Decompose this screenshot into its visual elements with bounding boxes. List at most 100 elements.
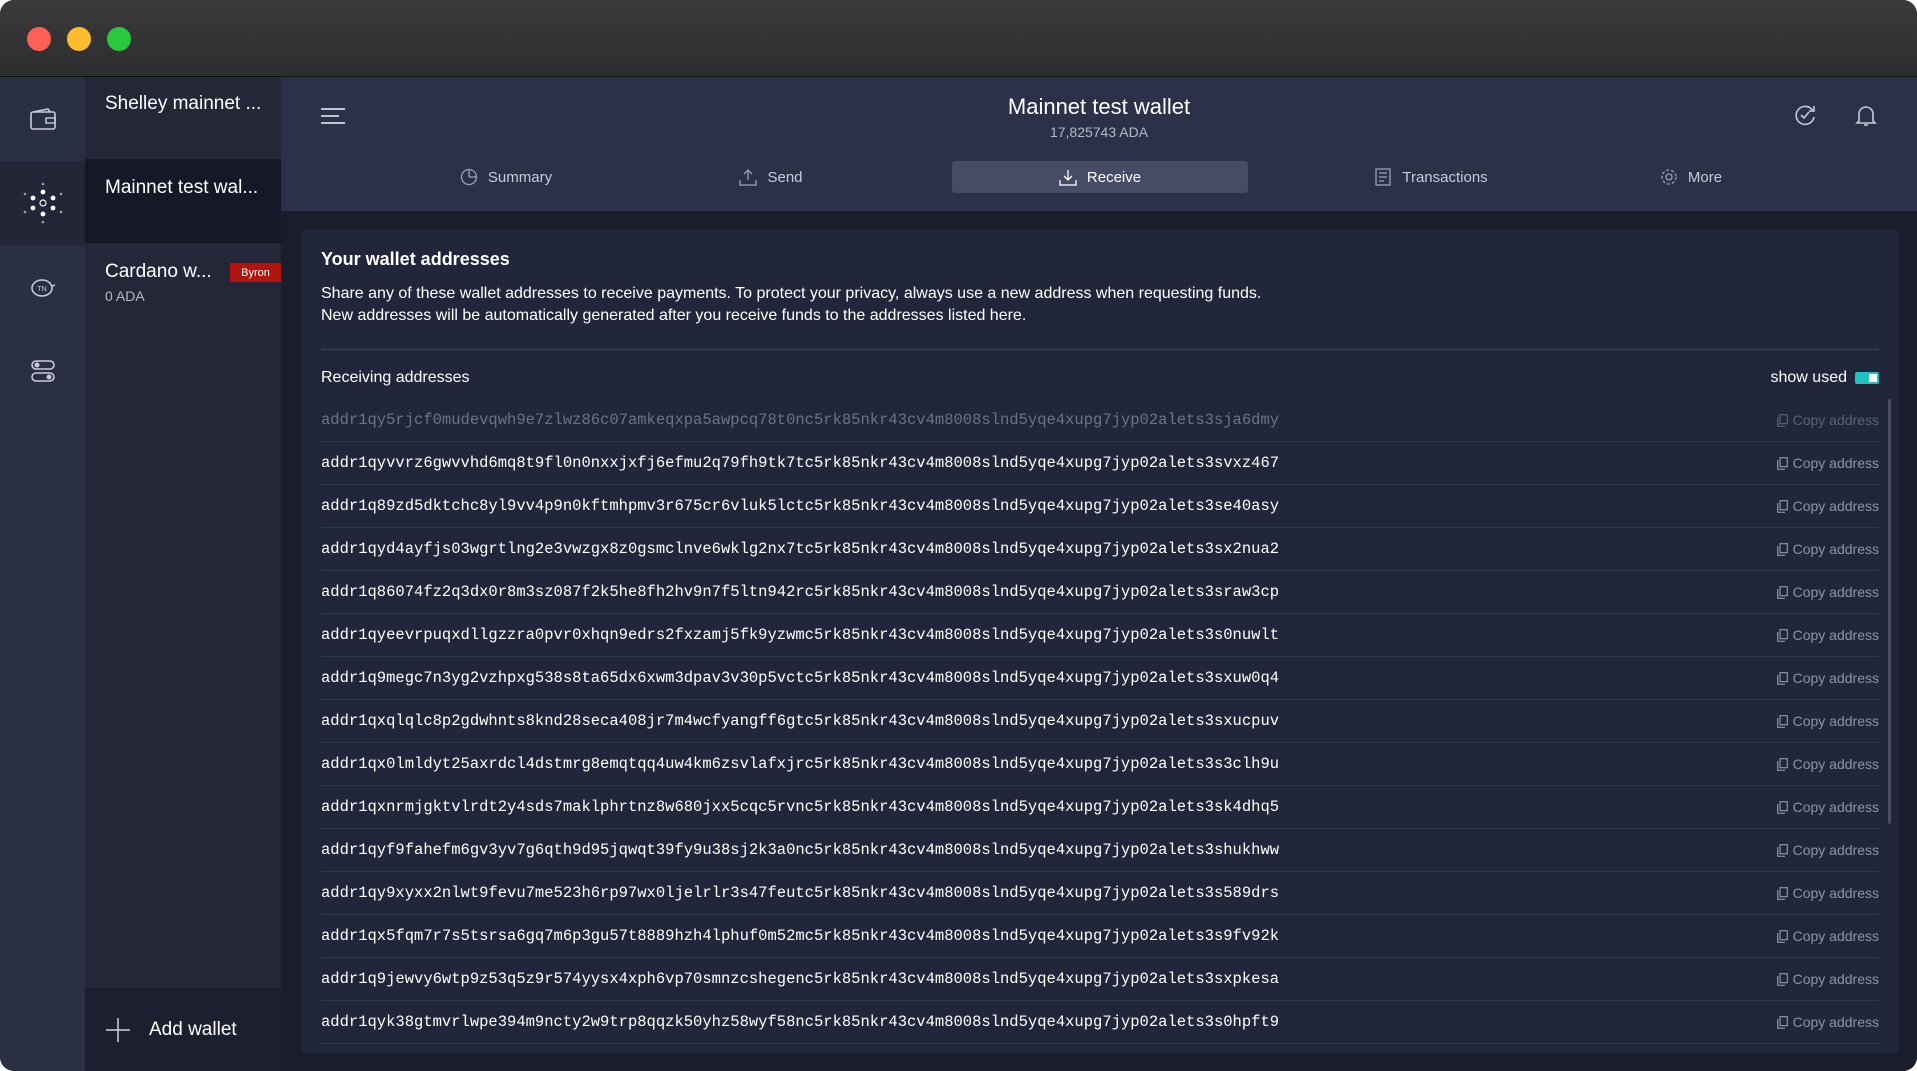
receive-panel: Your wallet addresses Share any of these… <box>301 229 1899 1054</box>
wallet-title: Mainnet test wallet <box>1007 94 1191 119</box>
copy-icon <box>1776 972 1788 986</box>
show-used-label: show used <box>1770 369 1848 386</box>
close-window-button[interactable] <box>27 27 51 51</box>
top-bar: Mainnet test wallet 17,825743 ADA Summar… <box>281 77 1917 211</box>
wallets-header: Shelley mainnet ... <box>85 77 281 159</box>
copy-address-button[interactable]: Copy address <box>1776 700 1879 742</box>
tab-transactions[interactable]: Transactions <box>1331 161 1531 193</box>
copy-address-button[interactable]: Copy address <box>1776 958 1879 1000</box>
wallets-sidebar: Shelley mainnet ... Mainnet test wal... … <box>85 77 281 1071</box>
main-area: Mainnet test wallet 17,825743 ADA Summar… <box>281 77 1917 1071</box>
address-row: addr1q9megc7n3yg2vzhpxg538s8ta65dx6xwm3d… <box>321 657 1879 700</box>
settings-toggles-icon <box>30 360 55 382</box>
address-text: addr1q86074fz2q3dx0r8m3sz087f2k5he8fh2hv… <box>321 583 1280 601</box>
address-list-scrollbar[interactable] <box>1888 399 1891 824</box>
copy-address-button[interactable]: Copy address <box>1776 399 1879 441</box>
add-wallet-button[interactable]: Add wallet <box>85 988 281 1071</box>
copy-address-label: Copy address <box>1792 1014 1879 1030</box>
copy-address-label: Copy address <box>1792 713 1879 729</box>
address-text: addr1qxnrmjgktvlrdt2y4sds7maklphrtnz8w68… <box>321 798 1280 816</box>
address-text: addr1qyf9fahefm6gv3yv7g6qth9d95jqwqt39fy… <box>321 841 1280 859</box>
copy-icon <box>1776 456 1788 470</box>
address-text: addr1q9jewvy6wtp9z53q5z9r574yysx4xph6vp7… <box>321 970 1280 988</box>
tab-receive[interactable]: Receive <box>952 161 1248 193</box>
copy-address-button[interactable]: Copy address <box>1776 614 1879 656</box>
address-row: addr1q9jewvy6wtp9z53q5z9r574yysx4xph6vp7… <box>321 958 1879 1001</box>
address-text: addr1qyeevrpuqxdllgzzra0pvr0xhqn9edrs2fx… <box>321 626 1280 644</box>
copy-address-button[interactable]: Copy address <box>1776 829 1879 871</box>
copy-address-button[interactable]: Copy address <box>1776 743 1879 785</box>
address-text: addr1qy9xyxx2nlwt9fevu7me523h6rp97wx0lje… <box>321 884 1280 902</box>
address-row: addr1qxqlqlc8p2gdwhnts8knd28seca408jr7m4… <box>321 700 1879 743</box>
address-list: addr1qy5rjcf0mudevqwh9e7zlwz86c07amkeqxp… <box>321 399 1879 1044</box>
copy-address-label: Copy address <box>1792 799 1879 815</box>
copy-address-label: Copy address <box>1792 885 1879 901</box>
description-line-2: New addresses will be automatically gene… <box>321 307 1027 324</box>
summary-icon <box>460 168 478 186</box>
copy-address-button[interactable]: Copy address <box>1776 442 1879 484</box>
copy-icon <box>1776 1015 1788 1029</box>
show-used-toggle[interactable] <box>1855 372 1879 384</box>
address-text: addr1qx0lmldyt25axrdcl4dstmrg8emqtqq4uw4… <box>321 755 1280 773</box>
copy-address-button[interactable]: Copy address <box>1776 571 1879 613</box>
gear-icon <box>1661 169 1677 185</box>
copy-icon <box>1776 800 1788 814</box>
wallet-item-name: Mainnet test wal... <box>105 177 259 198</box>
wallet-item-cardano[interactable]: Cardano w... 0 ADA Byron <box>85 243 281 327</box>
add-wallet-label: Add wallet <box>149 1018 237 1040</box>
rail-cardano[interactable] <box>0 161 85 245</box>
wallet-item-name: Cardano w... <box>105 261 212 282</box>
copy-address-button[interactable]: Copy address <box>1776 786 1879 828</box>
tab-more[interactable]: More <box>1621 161 1761 193</box>
wallet-item-mainnet[interactable]: Mainnet test wal... <box>85 159 281 243</box>
sync-status-icon[interactable] <box>1792 102 1818 128</box>
app-window: TN Shelley mainnet ... Mainnet test wal.… <box>0 0 1917 1071</box>
address-text: addr1qyd4ayfjs03wgrtlng2e3vwzgx8z0gsmcln… <box>321 540 1280 558</box>
address-row: addr1qyk38gtmvrlwpe394m9ncty2w9trp8qqzk5… <box>321 1001 1879 1044</box>
copy-address-button[interactable]: Copy address <box>1776 872 1879 914</box>
address-row: addr1qyvvrz6gwvvhd6mq8t9fl0n0nxxjxfj6efm… <box>321 442 1879 485</box>
address-text: addr1qx5fqm7r7s5tsrsa6gq7m6p3gu57t8889hz… <box>321 927 1280 945</box>
rail-staking[interactable]: TN <box>0 245 85 329</box>
copy-address-button[interactable]: Copy address <box>1776 1001 1879 1043</box>
receive-icon <box>1059 170 1077 186</box>
copy-address-label: Copy address <box>1792 627 1879 643</box>
zoom-window-button[interactable] <box>107 27 131 51</box>
address-text: addr1q9megc7n3yg2vzhpxg538s8ta65dx6xwm3d… <box>321 669 1280 687</box>
copy-icon <box>1776 886 1788 900</box>
copy-address-button[interactable]: Copy address <box>1776 657 1879 699</box>
send-icon <box>739 169 758 186</box>
copy-address-button[interactable]: Copy address <box>1776 485 1879 527</box>
copy-icon <box>1776 542 1788 556</box>
tab-more-label: More <box>1687 168 1723 186</box>
copy-address-label: Copy address <box>1792 412 1879 428</box>
address-text: addr1qyk38gtmvrlwpe394m9ncty2w9trp8qqzk5… <box>321 1013 1280 1031</box>
copy-address-button[interactable]: Copy address <box>1776 528 1879 570</box>
copy-address-label: Copy address <box>1792 455 1879 471</box>
wallet-icon <box>29 108 56 130</box>
nav-rail: TN <box>0 77 85 1071</box>
wallets-header-name: Shelley mainnet ... <box>105 93 262 114</box>
copy-address-button[interactable]: Copy address <box>1776 915 1879 957</box>
address-text: addr1qyvvrz6gwvvhd6mq8t9fl0n0nxxjxfj6efm… <box>321 454 1280 472</box>
copy-address-label: Copy address <box>1792 842 1879 858</box>
minimize-window-button[interactable] <box>67 27 91 51</box>
copy-icon <box>1776 843 1788 857</box>
rail-settings[interactable] <box>0 329 85 413</box>
svg-text:TN: TN <box>37 286 46 293</box>
description-line-1: Share any of these wallet addresses to r… <box>321 285 1262 302</box>
cardano-logo-icon <box>23 182 62 224</box>
wallet-item-balance: 0 ADA <box>105 288 145 304</box>
rail-wallets[interactable] <box>0 77 85 161</box>
copy-address-label: Copy address <box>1792 498 1879 514</box>
panel-title: Your wallet addresses <box>321 249 510 269</box>
tab-send[interactable]: Send <box>681 161 861 193</box>
address-row: addr1qyd4ayfjs03wgrtlng2e3vwzgx8z0gsmcln… <box>321 528 1879 571</box>
bell-icon[interactable] <box>1853 102 1879 128</box>
copy-icon <box>1776 413 1788 427</box>
tab-summary[interactable]: Summary <box>376 161 636 193</box>
title-bar <box>0 0 1917 77</box>
address-row: addr1qy9xyxx2nlwt9fevu7me523h6rp97wx0lje… <box>321 872 1879 915</box>
show-used-control[interactable]: show used <box>1770 369 1879 387</box>
copy-icon <box>1776 929 1788 943</box>
